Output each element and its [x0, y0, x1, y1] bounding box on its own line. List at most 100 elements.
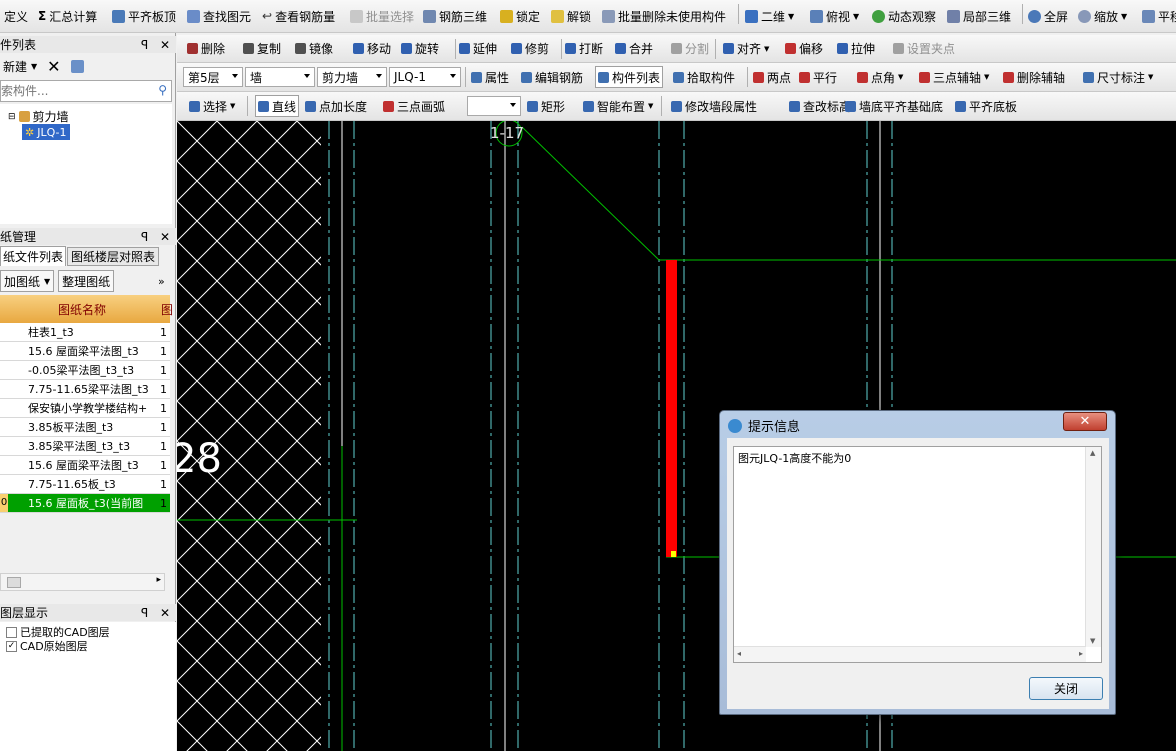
edit-button-13[interactable]: 设置夹点	[893, 35, 955, 62]
table-row[interactable]: 15.6 屋面梁平法图_t3 1	[0, 456, 170, 475]
component-tool-5[interactable]: 平行	[799, 63, 837, 91]
edit-button-8[interactable]: 合并	[615, 35, 653, 62]
organize-drawing-button[interactable]: 整理图纸	[58, 270, 115, 292]
horizontal-scrollbar[interactable]: ◂ ▸	[734, 646, 1086, 662]
draw-tool-8[interactable]: 查改标高	[789, 92, 851, 120]
component-tool-3[interactable]: 拾取构件	[673, 63, 735, 91]
scroll-left-icon[interactable]: ◂	[737, 649, 741, 658]
checkbox-checked[interactable]: ✓	[6, 640, 17, 652]
add-drawing-button[interactable]: 加图纸 ▼	[0, 270, 55, 292]
new-component-button[interactable]: 新建	[3, 58, 27, 75]
close-icon[interactable]: ✕	[160, 230, 170, 244]
align-top-button[interactable]: 平齐板顶	[112, 0, 176, 32]
draw-tool-10[interactable]: 平齐底板	[955, 92, 1017, 120]
table-row[interactable]: 7.75-11.65梁平法图_t3 1	[0, 380, 170, 399]
checkbox-unchecked[interactable]	[6, 626, 17, 638]
batch-select-button[interactable]: 批量选择	[350, 0, 414, 32]
table-row[interactable]: 0 15.6 屋面板_t3(当前图 1	[0, 494, 170, 513]
draw-tool-0[interactable]: 选择 ▼	[189, 92, 235, 120]
edit-button-10[interactable]: 对齐 ▼	[723, 35, 769, 62]
component-tool-6[interactable]: 点角 ▼	[857, 63, 903, 91]
pin-icon[interactable]: ꟼ	[141, 38, 148, 52]
arc-mode-select[interactable]	[467, 96, 521, 116]
zoom-dropdown[interactable]: 缩放 ▼	[1078, 0, 1127, 32]
component-select[interactable]: JLQ-1	[389, 67, 461, 87]
tree-node-jlq1[interactable]: ✲ JLQ-1	[22, 124, 70, 140]
top-view-dropdown[interactable]: 俯视 ▼	[810, 0, 859, 32]
edit-button-3[interactable]: 移动	[353, 35, 391, 62]
edit-button-12[interactable]: 拉伸	[837, 35, 875, 62]
component-tool-1[interactable]: 编辑钢筋	[521, 63, 583, 91]
edit-button-9[interactable]: 分割	[671, 35, 709, 62]
close-icon[interactable]: ✕	[160, 38, 170, 52]
scroll-up-icon[interactable]: ▲	[1090, 449, 1095, 457]
draw-tool-6[interactable]: 智能布置 ▼	[583, 92, 653, 120]
delete-icon[interactable]: ✕	[47, 57, 60, 76]
draw-tool-5[interactable]: 矩形	[527, 92, 565, 120]
draw-tool-7[interactable]: 修改墙段属性	[671, 92, 757, 120]
layer-original[interactable]: ✓ CAD原始图层	[6, 638, 88, 654]
table-row[interactable]: 3.85板平法图_t3 1	[0, 418, 170, 437]
component-tool-9[interactable]: 尺寸标注 ▼	[1083, 63, 1153, 91]
chevron-down-icon[interactable]: ▼	[31, 62, 37, 71]
component-tool-7[interactable]: 三点辅轴 ▼	[919, 63, 989, 91]
component-tool-2[interactable]: 构件列表	[595, 66, 664, 88]
find-element-button[interactable]: 查找图元	[187, 0, 251, 32]
scrollbar-thumb[interactable]	[7, 577, 21, 588]
scroll-right-icon[interactable]: ▸	[1079, 649, 1083, 658]
rebar-3d-button[interactable]: 钢筋三维	[423, 0, 487, 32]
tab-drawing-files[interactable]: 纸文件列表	[0, 246, 66, 266]
tree-expand-icon[interactable]: ⊟	[8, 112, 16, 122]
component-tool-4[interactable]: 两点	[753, 63, 791, 91]
table-row[interactable]: 15.6 屋面梁平法图_t3 1	[0, 342, 170, 361]
draw-tool-1[interactable]: 直线	[255, 95, 300, 117]
table-row[interactable]: -0.05梁平法图_t3_t3 1	[0, 361, 170, 380]
view-2d-dropdown[interactable]: 二维 ▼	[745, 0, 794, 32]
message-box[interactable]: 图元JLQ-1高度不能为0 ▲ ▼ ◂ ▸	[733, 446, 1102, 663]
scroll-down-icon[interactable]: ▼	[1090, 637, 1095, 645]
tree-node-shear-wall[interactable]: ⊟ 剪力墙	[8, 108, 69, 125]
component-tool-8[interactable]: 删除辅轴	[1003, 63, 1065, 91]
category-select[interactable]: 墙	[245, 67, 315, 87]
edit-button-6[interactable]: 修剪	[511, 35, 549, 62]
more-icon[interactable]: »	[158, 275, 165, 288]
search-icon[interactable]: ⚲	[158, 83, 167, 97]
view-rebar-button[interactable]: ↩ 查看钢筋量	[262, 0, 335, 32]
edit-button-11[interactable]: 偏移	[785, 35, 823, 62]
tab-floor-mapping[interactable]: 图纸楼层对照表	[67, 247, 159, 266]
close-icon[interactable]: ✕	[160, 606, 170, 620]
edit-button-0[interactable]: 删除	[187, 35, 225, 62]
batch-delete-button[interactable]: 批量删除未使用构件	[602, 0, 726, 32]
draw-tool-3[interactable]: 三点画弧	[383, 92, 445, 120]
col-drawing-name[interactable]: 图纸名称	[58, 301, 106, 318]
lock-button[interactable]: 锁定	[500, 0, 540, 32]
vertical-scrollbar[interactable]: ▲ ▼	[1085, 447, 1101, 647]
table-row[interactable]: 柱表1_t3 1	[0, 323, 170, 342]
orbit-button[interactable]: 动态观察	[872, 0, 936, 32]
component-search-box[interactable]: ⚲	[0, 80, 172, 102]
local-3d-button[interactable]: 局部三维	[947, 0, 1011, 32]
dialog-close-icon[interactable]: ✕	[1063, 412, 1107, 431]
component-tool-0[interactable]: 属性	[471, 63, 509, 91]
edit-button-5[interactable]: 延伸	[459, 35, 497, 62]
floor-select[interactable]: 第5层	[183, 67, 243, 87]
fullscreen-button[interactable]: 全屏	[1028, 0, 1068, 32]
pin-icon[interactable]: ꟼ	[141, 606, 148, 620]
scroll-right-icon[interactable]: ▸	[156, 575, 161, 585]
draw-tool-9[interactable]: 墙底平齐基础底	[845, 92, 943, 120]
unlock-button[interactable]: 解锁	[551, 0, 591, 32]
horizontal-scrollbar[interactable]: ▸	[0, 573, 165, 591]
edit-button-7[interactable]: 打断	[565, 35, 603, 62]
type-select[interactable]: 剪力墙	[317, 67, 387, 87]
component-search-input[interactable]	[1, 82, 141, 100]
pan-button[interactable]: 平移	[1142, 0, 1176, 32]
pin-icon[interactable]: ꟼ	[141, 230, 148, 244]
copy-icon[interactable]	[70, 59, 84, 73]
summary-calc-button[interactable]: Σ 汇总计算	[38, 0, 97, 32]
edit-button-2[interactable]: 镜像	[295, 35, 333, 62]
edit-button-4[interactable]: 旋转	[401, 35, 439, 62]
define-button[interactable]: 定义	[4, 0, 28, 32]
close-button[interactable]: 关闭	[1029, 677, 1103, 700]
edit-button-1[interactable]: 复制	[243, 35, 281, 62]
col-extra[interactable]: 图	[161, 301, 173, 318]
